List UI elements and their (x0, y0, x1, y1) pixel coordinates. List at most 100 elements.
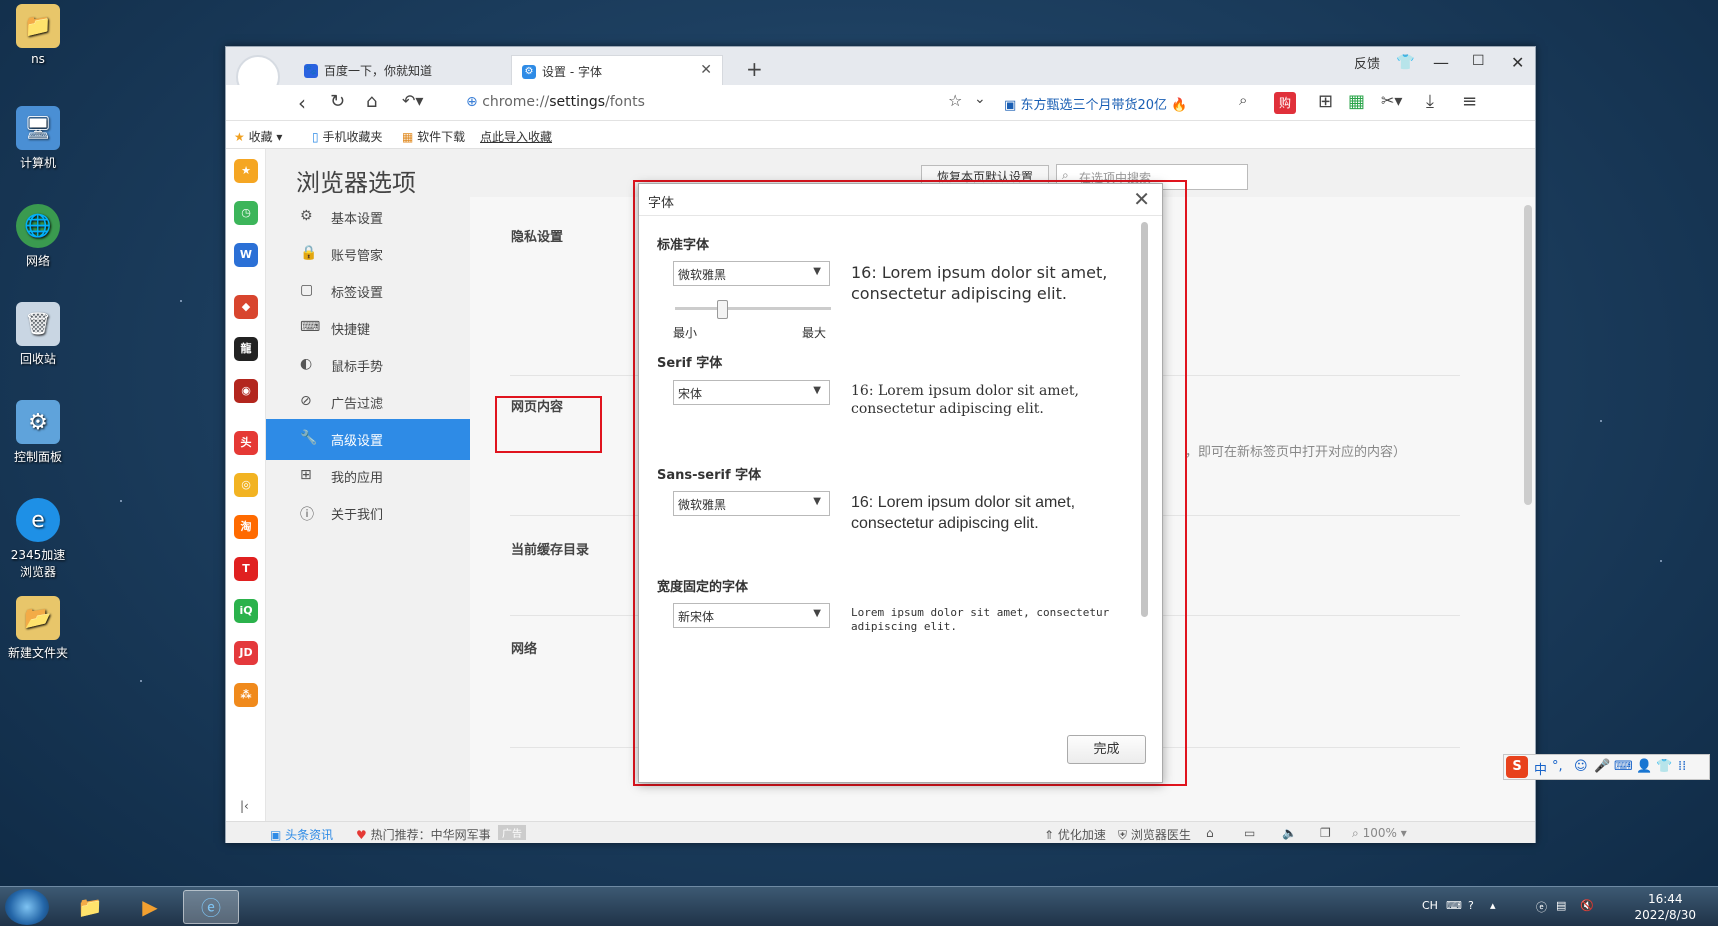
skin-shirt-icon[interactable]: 👕 (1396, 53, 1415, 71)
collapse-sidebar-icon[interactable]: |‹ (240, 799, 249, 813)
nav-about[interactable]: ⓘ 关于我们 (266, 493, 470, 534)
history-clock-icon[interactable]: ◷ (234, 201, 258, 225)
tray-browser-icon[interactable]: ⓔ (1536, 899, 1547, 915)
serif-font-select[interactable]: 宋体 ▼ (673, 380, 830, 405)
word-doc-icon[interactable]: W (234, 243, 258, 267)
taobao-icon[interactable]: 淘 (234, 515, 258, 539)
apps-grid-icon[interactable]: ⊞ (1318, 91, 1333, 112)
standard-font-select[interactable]: 微软雅黑 ▼ (673, 261, 830, 286)
browser-task-icon[interactable]: ⓔ (183, 890, 239, 924)
skin-icon[interactable]: 👕 (1656, 759, 1672, 774)
tmall-icon[interactable]: T (234, 557, 258, 581)
done-button[interactable]: 完成 (1067, 735, 1146, 764)
tray-help-icon[interactable]: ? (1468, 899, 1474, 912)
scissors-icon[interactable]: ✂▾ (1381, 91, 1402, 110)
shopping-icon[interactable]: 购 (1274, 92, 1296, 114)
app-grid-icon[interactable]: ⁂ (234, 683, 258, 707)
volume-icon[interactable]: 🔈 (1282, 826, 1297, 840)
tray-keyboard-icon[interactable]: ⌨ (1446, 899, 1462, 912)
optimize-button[interactable]: ⇑ 优化加速 (1044, 826, 1106, 843)
bookmark-mobile[interactable]: ▯ 手机收藏夹 (312, 128, 382, 145)
refresh-icon[interactable]: ↻ (330, 91, 345, 112)
news-link[interactable]: ▣ 头条资讯 (270, 826, 333, 843)
hot-recommend-link[interactable]: ♥ 热门推荐：中华网军事 (356, 826, 491, 843)
search-icon[interactable]: ⌕ (1239, 91, 1247, 109)
toutiao-icon[interactable]: 头 (234, 431, 258, 455)
tab-settings-fonts[interactable]: ⚙ 设置 - 字体 ✕ (511, 55, 723, 85)
clock[interactable]: 16:44 2022/8/30 (1634, 891, 1696, 923)
microphone-icon[interactable]: 🎤 (1594, 759, 1610, 774)
close-icon[interactable]: ✕ (1133, 187, 1150, 211)
desktop-icon-ns[interactable]: 📁 ns (2, 4, 74, 66)
toolbox-icon[interactable]: ⁞⁞ (1678, 759, 1686, 774)
network-status-icon[interactable]: ⌂ (1206, 826, 1214, 840)
import-bookmarks-link[interactable]: 点此导入收藏 (480, 128, 552, 145)
tray-volume-muted-icon[interactable]: 🔇 (1580, 899, 1594, 912)
desktop-icon-computer[interactable]: 🖥 计算机 (2, 106, 74, 171)
url-field[interactable]: ⊕ chrome://settings/fonts (466, 94, 645, 110)
tray-lang[interactable]: CH (1422, 899, 1438, 912)
close-tab-icon[interactable]: ✕ (700, 62, 712, 78)
desktop-icon-control-panel[interactable]: ⚙ 控制面板 (2, 400, 74, 465)
nav-tabs[interactable]: ▢ 标签设置 (266, 271, 470, 312)
nav-mouse-gesture[interactable]: ◐ 鼠标手势 (266, 345, 470, 386)
nav-ad-filter[interactable]: ⊘ 广告过滤 (266, 382, 470, 423)
favorites-star-icon[interactable]: ★ (234, 159, 258, 183)
new-feature-icon[interactable]: ▦ (1348, 91, 1365, 112)
weibo-icon[interactable]: ◎ (234, 473, 258, 497)
desktop-icon-new-folder[interactable]: 📂 新建文件夹 (2, 596, 74, 661)
window-icon[interactable]: ❐ (1320, 826, 1331, 840)
screenshot-icon[interactable]: ▭ (1244, 826, 1255, 840)
tab-baidu[interactable]: 🐾 百度一下，你就知道 (294, 55, 506, 85)
desktop-icon-network[interactable]: 🌐 网络 (2, 204, 74, 269)
explorer-task-icon[interactable]: 📁 (62, 890, 118, 924)
chevron-down-icon[interactable]: ⌄ (974, 91, 986, 107)
jd-icon[interactable]: JD (234, 641, 258, 665)
close-window-button[interactable]: ✕ (1511, 53, 1524, 72)
game-app-icon[interactable]: ◆ (234, 295, 258, 319)
ime-punct-toggle[interactable]: °, (1552, 759, 1563, 774)
slider-min-label: 最小 (673, 326, 698, 340)
zoom-control[interactable]: ⌕ 100% ▾ (1352, 826, 1407, 841)
tray-network-icon[interactable]: ▤ (1556, 899, 1566, 912)
ad-link[interactable]: ▣ 东方甄选三个月带货20亿 🔥 (1004, 94, 1187, 113)
font-size-slider-thumb[interactable] (717, 300, 728, 319)
sogou-logo-icon[interactable]: S (1506, 756, 1528, 778)
fixed-font-select[interactable]: 新宋体 ▼ (673, 603, 830, 628)
game-app-2-icon[interactable]: ◉ (234, 379, 258, 403)
media-player-task-icon[interactable]: ▶ (122, 890, 178, 924)
nav-my-apps[interactable]: ⊞ 我的应用 (266, 456, 470, 497)
dialog-scrollbar[interactable] (1141, 222, 1148, 617)
desktop-icon-recycle-bin[interactable]: 🗑 回收站 (2, 302, 74, 367)
nav-advanced[interactable]: 🔧 高级设置 (266, 419, 470, 460)
new-tab-button[interactable]: + (746, 57, 763, 81)
browser-doctor-button[interactable]: ⛨ 浏览器医生 (1118, 826, 1191, 843)
desktop-icon-2345-browser[interactable]: e 2345加速浏览器 (2, 498, 74, 580)
home-icon[interactable]: ⌂ (366, 91, 377, 112)
undo-close-icon[interactable]: ↶▾ (402, 91, 423, 110)
download-icon[interactable]: ⤓ (1426, 91, 1434, 112)
bookmark-star-icon[interactable]: ☆ (948, 91, 962, 110)
back-icon[interactable]: ‹ (298, 91, 306, 115)
bookmark-software[interactable]: ▦ 软件下载 (402, 128, 465, 145)
nav-account[interactable]: 🔒 账号管家 (266, 234, 470, 275)
feedback-button[interactable]: 反馈 (1354, 53, 1380, 72)
page-scrollbar[interactable] (1524, 205, 1532, 505)
dragon-game-icon[interactable]: 龍 (234, 337, 258, 361)
maximize-button[interactable]: ☐ (1472, 53, 1485, 69)
user-icon[interactable]: 👤 (1636, 759, 1652, 774)
sans-font-select[interactable]: 微软雅黑 ▼ (673, 491, 830, 516)
section-network: 网络 (511, 642, 538, 657)
ime-lang-toggle[interactable]: 中 (1534, 759, 1547, 778)
nav-basic[interactable]: ⚙ 基本设置 (266, 197, 470, 238)
iqiyi-icon[interactable]: iQ (234, 599, 258, 623)
bookmark-favorites[interactable]: ★ 收藏 ▾ (234, 128, 282, 145)
keyboard-icon[interactable]: ⌨ (1614, 759, 1633, 774)
tray-expand-icon[interactable]: ▴ (1490, 899, 1496, 912)
minimize-button[interactable]: — (1433, 53, 1449, 72)
font-size-slider-track[interactable] (675, 307, 831, 310)
menu-icon[interactable]: ≡ (1462, 91, 1477, 112)
start-button[interactable] (5, 889, 49, 925)
nav-shortcuts[interactable]: ⌨ 快捷键 (266, 308, 470, 349)
emoji-icon[interactable]: ☺ (1574, 759, 1588, 774)
